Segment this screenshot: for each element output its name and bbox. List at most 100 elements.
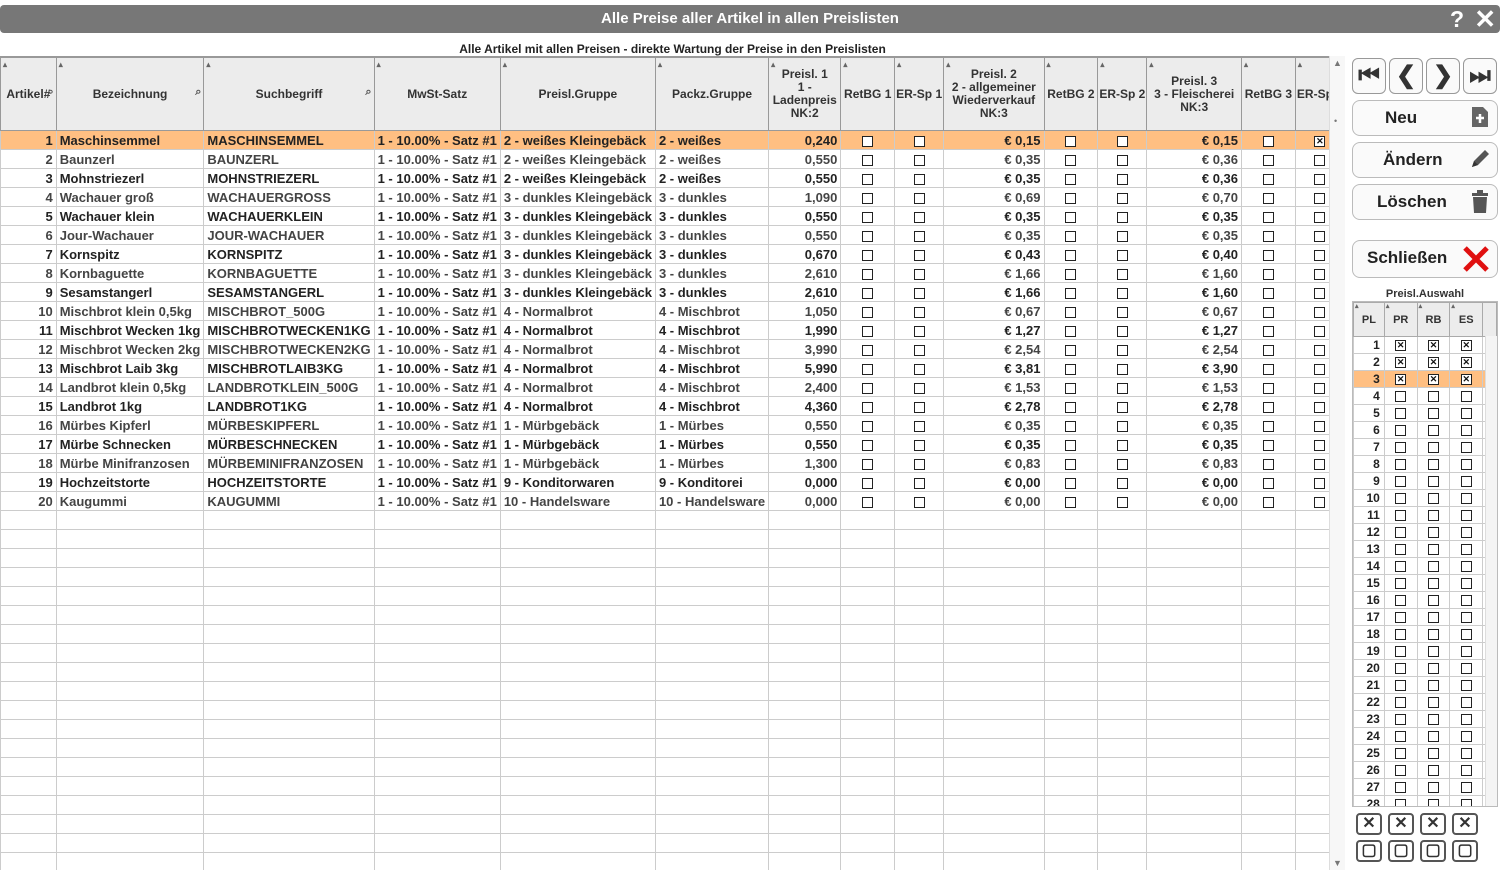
column-header[interactable]: ▴ Suchbegriff ⌕: [203, 57, 375, 131]
artikel-nr-cell[interactable]: 5: [0, 206, 57, 226]
artikel-nr-cell[interactable]: 7: [0, 244, 57, 264]
pl-pr-checkbox[interactable]: [1395, 527, 1407, 539]
er-sp-1-checkbox[interactable]: [913, 363, 925, 375]
pl-rb-cell[interactable]: [1416, 421, 1451, 439]
sort-icon[interactable]: ▴: [503, 59, 507, 72]
pl-number-cell[interactable]: 1: [1353, 336, 1385, 354]
mwst-cell[interactable]: 1 - 10.00% - Satz #1: [373, 320, 501, 340]
preis-1-cell[interactable]: 5,990: [768, 358, 842, 378]
pl-es-checkbox[interactable]: [1460, 425, 1472, 437]
artikel-nr-cell[interactable]: 15: [0, 396, 57, 416]
retbg-2-cell[interactable]: [1043, 358, 1099, 378]
preis-3-cell[interactable]: € 0,15: [1146, 130, 1243, 150]
suchbegriff-cell[interactable]: MÜRBESKIPFERL: [203, 415, 375, 435]
pl-es-cell[interactable]: [1449, 761, 1484, 779]
sort-icon[interactable]: ▴: [1298, 59, 1302, 72]
pl-number-cell[interactable]: 3: [1353, 370, 1385, 388]
help-icon[interactable]: ?: [1450, 5, 1464, 33]
first-record-button[interactable]: ⏮: [1352, 58, 1386, 94]
column-header[interactable]: ▴ RetBG 1: [840, 57, 896, 131]
retbg-1-cell[interactable]: [840, 130, 896, 150]
er-sp-2-checkbox[interactable]: [1116, 192, 1128, 204]
retbg-3-cell[interactable]: [1241, 282, 1296, 302]
preis-3-cell[interactable]: € 0,00: [1146, 491, 1243, 511]
er-sp-1-cell[interactable]: [894, 377, 945, 397]
mwst-cell[interactable]: 1 - 10.00% - Satz #1: [373, 377, 501, 397]
retbg-3-checkbox[interactable]: [1262, 439, 1274, 451]
pl-es-checkbox[interactable]: [1460, 765, 1472, 777]
packz-gruppe-cell[interactable]: 10 - Handelsware: [654, 491, 770, 511]
column-header[interactable]: ▴ ER-Sp 2: [1097, 57, 1148, 131]
preis-3-cell[interactable]: € 1,53: [1146, 377, 1243, 397]
pl-es-checkbox[interactable]: [1460, 476, 1472, 488]
preis-3-cell[interactable]: € 0,35: [1146, 206, 1243, 226]
sort-icon[interactable]: ▴: [1244, 59, 1248, 72]
retbg-1-cell[interactable]: [840, 225, 896, 245]
pl-rb-cell[interactable]: [1416, 370, 1451, 388]
preis-2-cell[interactable]: € 2,54: [943, 339, 1045, 359]
packz-gruppe-cell[interactable]: 4 - Mischbrot: [654, 320, 770, 340]
er-sp-3-checkbox[interactable]: [1314, 496, 1326, 508]
er-sp-1-checkbox[interactable]: [913, 306, 925, 318]
pl-number-cell[interactable]: 5: [1353, 404, 1385, 422]
retbg-2-checkbox[interactable]: [1065, 268, 1077, 280]
suchbegriff-cell[interactable]: LANDBROTKLEIN_500G: [203, 377, 375, 397]
er-sp-2-cell[interactable]: [1097, 472, 1148, 492]
pl-pr-cell[interactable]: [1383, 642, 1418, 660]
preis-2-cell[interactable]: € 0,83: [943, 453, 1045, 473]
retbg-3-checkbox[interactable]: [1262, 477, 1274, 489]
table-row[interactable]: 19 Hochzeitstorte HOCHZEITSTORTE 1 - 10.00%…: [0, 472, 1345, 492]
table-row[interactable]: 6 Jour-Wachauer JOUR-WACHAUER 1 - 10.00% - …: [0, 225, 1345, 245]
er-sp-2-cell[interactable]: [1097, 168, 1148, 188]
mwst-cell[interactable]: 1 - 10.00% - Satz #1: [373, 282, 501, 302]
artikel-nr-cell[interactable]: 19: [0, 472, 57, 492]
pl-es-checkbox[interactable]: [1460, 408, 1472, 420]
retbg-3-checkbox[interactable]: [1262, 249, 1274, 261]
suchbegriff-cell[interactable]: WACHAUERGROSS: [203, 187, 375, 207]
pl-es-checkbox[interactable]: [1460, 697, 1472, 709]
retbg-1-checkbox[interactable]: [862, 420, 874, 432]
pl-pr-checkbox[interactable]: [1395, 340, 1407, 352]
sort-icon[interactable]: ▴: [59, 59, 63, 72]
retbg-2-cell[interactable]: [1043, 263, 1099, 283]
pl-row[interactable]: 23: [1353, 710, 1497, 728]
retbg-1-checkbox[interactable]: [862, 439, 874, 451]
preis-3-cell[interactable]: € 0,00: [1146, 472, 1243, 492]
artikel-nr-cell[interactable]: 16: [0, 415, 57, 435]
retbg-1-checkbox[interactable]: [862, 401, 874, 413]
pl-rb-cell[interactable]: [1416, 455, 1451, 473]
sort-icon[interactable]: ▴: [206, 59, 210, 72]
er-sp-1-checkbox[interactable]: [913, 135, 925, 147]
retbg-3-cell[interactable]: [1241, 453, 1296, 473]
pl-pr-checkbox[interactable]: [1395, 442, 1407, 454]
column-header[interactable]: ▴ RetBG 3: [1241, 57, 1296, 131]
pl-es-checkbox[interactable]: [1460, 340, 1472, 352]
retbg-2-cell[interactable]: [1043, 130, 1099, 150]
pl-pr-checkbox[interactable]: [1395, 765, 1407, 777]
pl-pr-checkbox[interactable]: [1395, 697, 1407, 709]
table-row[interactable]: 5 Wachauer klein WACHAUERKLEIN 1 - 10.00% -…: [0, 206, 1345, 226]
bezeichnung-cell[interactable]: Wachauer groß: [55, 187, 205, 207]
pl-es-cell[interactable]: [1449, 778, 1484, 796]
pl-row[interactable]: 3: [1353, 370, 1497, 388]
er-sp-1-cell[interactable]: [894, 472, 945, 492]
pl-row[interactable]: 27: [1353, 778, 1497, 796]
preisl-gruppe-cell[interactable]: 3 - dunkles Kleingebäck: [499, 225, 656, 245]
retbg-1-checkbox[interactable]: [862, 477, 874, 489]
pl-es-checkbox[interactable]: [1460, 459, 1472, 471]
er-sp-2-checkbox[interactable]: [1116, 382, 1128, 394]
preis-1-cell[interactable]: 1,300: [768, 453, 842, 473]
pl-es-cell[interactable]: [1449, 693, 1484, 711]
pl-es-cell[interactable]: [1449, 353, 1484, 371]
artikel-nr-cell[interactable]: 10: [0, 301, 57, 321]
preis-3-cell[interactable]: € 0,35: [1146, 415, 1243, 435]
retbg-2-cell[interactable]: [1043, 149, 1099, 169]
retbg-1-checkbox[interactable]: [862, 306, 874, 318]
er-sp-2-checkbox[interactable]: [1116, 154, 1128, 166]
pl-es-cell[interactable]: [1449, 574, 1484, 592]
er-sp-2-checkbox[interactable]: [1116, 496, 1128, 508]
check-all-rb-button[interactable]: ✕: [1388, 813, 1414, 835]
preis-1-cell[interactable]: 0,550: [768, 225, 842, 245]
preisl-gruppe-cell[interactable]: 1 - Mürbgebäck: [499, 453, 656, 473]
preisl-gruppe-cell[interactable]: 2 - weißes Kleingebäck: [499, 149, 656, 169]
